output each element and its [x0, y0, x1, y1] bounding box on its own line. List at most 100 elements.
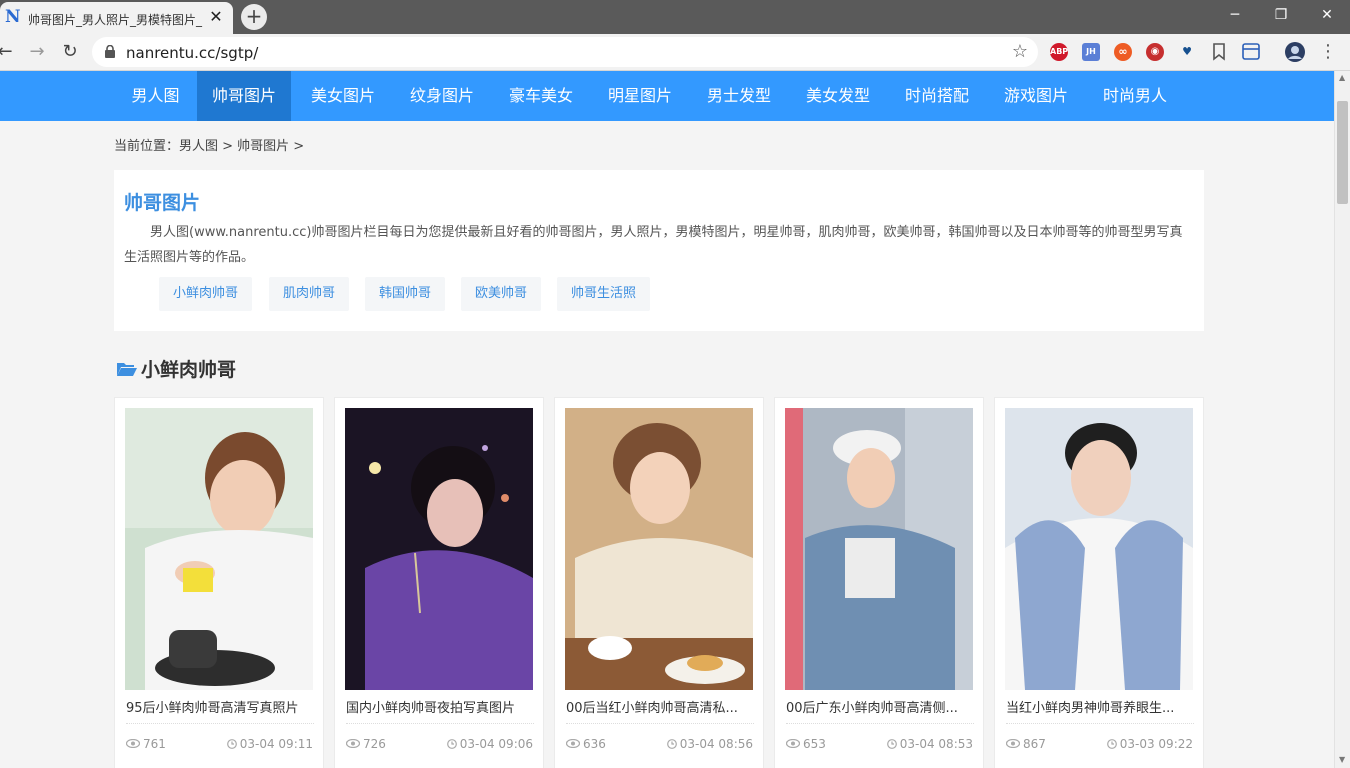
infinity-extension-icon[interactable]: ∞: [1114, 43, 1132, 61]
card-title[interactable]: 国内小鲜肉帅哥夜拍写真图片: [346, 697, 534, 716]
view-count: 761: [126, 737, 166, 751]
new-tab-button[interactable]: +: [241, 4, 267, 30]
tag-muscle[interactable]: 肌肉帅哥: [269, 277, 350, 311]
view-count-value: 726: [363, 737, 386, 751]
tab-close-icon[interactable]: ✕: [207, 8, 225, 26]
jh-extension-icon[interactable]: JH: [1082, 43, 1100, 61]
scrollbar-thumb[interactable]: [1337, 101, 1348, 204]
url-text: nanrentu.cc/sgtp/: [126, 44, 259, 62]
site-nav-bar: 男人图 帅哥图片 美女图片 纹身图片 豪车美女 明星图片 男士发型 美女发型 时…: [0, 71, 1334, 121]
eye-icon: [346, 739, 360, 748]
photo-card[interactable]: 00后当红小鲜肉帅哥高清私... 636 03-04 08:56: [554, 397, 764, 768]
post-date: 03-04 09:06: [446, 737, 533, 751]
nav-item-games[interactable]: 游戏图片: [989, 71, 1083, 121]
photo-card[interactable]: 国内小鲜肉帅哥夜拍写真图片 726 03-04 09:06: [334, 397, 544, 768]
view-count: 636: [566, 737, 606, 751]
eye-icon: [566, 739, 580, 748]
profile-avatar-icon[interactable]: [1284, 41, 1306, 63]
divider: [566, 723, 754, 724]
post-date-value: 03-04 08:56: [679, 737, 753, 751]
view-count: 726: [346, 737, 386, 751]
clock-icon: [226, 739, 237, 749]
post-date: 03-03 09:22: [1106, 737, 1193, 751]
post-date-value: 03-04 09:06: [459, 737, 533, 751]
nav-item-home[interactable]: 男人图: [114, 71, 197, 121]
site-favicon-icon: N: [5, 7, 21, 27]
card-title[interactable]: 当红小鲜肉男神帅哥养眼生...: [1006, 697, 1194, 716]
reload-button[interactable]: ↻: [57, 39, 83, 65]
folder-open-icon: [117, 363, 137, 376]
category-intro-panel: 帅哥图片 男人图(www.nanrentu.cc)帅哥图片栏目每日为您提供最新且…: [114, 170, 1204, 331]
photo-thumbnail[interactable]: [345, 408, 533, 690]
view-count: 867: [1006, 737, 1046, 751]
tag-korean[interactable]: 韩国帅哥: [365, 277, 446, 311]
card-title[interactable]: 00后当红小鲜肉帅哥高清私...: [566, 697, 754, 716]
post-date: 03-04 08:56: [666, 737, 753, 751]
photo-thumbnail[interactable]: [1005, 408, 1193, 690]
page-viewport: 男人图 帅哥图片 美女图片 纹身图片 豪车美女 明星图片 男士发型 美女发型 时…: [0, 71, 1334, 768]
view-count-value: 761: [143, 737, 166, 751]
record-extension-icon[interactable]: ◉: [1146, 43, 1164, 61]
divider: [786, 723, 974, 724]
post-date-value: 03-03 09:22: [1119, 737, 1193, 751]
page-title: 帅哥图片: [124, 192, 201, 214]
browser-toolbar: ← → ↻ nanrentu.cc/sgtp/ ☆ ABP JH ∞ ◉ ♥ ⋮: [0, 34, 1350, 71]
back-button[interactable]: ←: [0, 39, 18, 65]
nav-item-women-hair[interactable]: 美女发型: [791, 71, 885, 121]
heart-extension-icon[interactable]: ♥: [1178, 43, 1196, 61]
address-bar[interactable]: nanrentu.cc/sgtp/ ☆: [92, 37, 1038, 67]
forward-button[interactable]: →: [24, 39, 50, 65]
divider: [126, 723, 314, 724]
vertical-scrollbar[interactable]: ▲ ▼: [1334, 71, 1350, 768]
section-heading[interactable]: 小鲜肉帅哥: [116, 355, 236, 381]
section-title-text: 小鲜肉帅哥: [141, 359, 237, 381]
bookmark-star-icon[interactable]: ☆: [1012, 41, 1028, 62]
tag-western[interactable]: 欧美帅哥: [461, 277, 542, 311]
view-count: 653: [786, 737, 826, 751]
post-date-value: 03-04 08:53: [899, 737, 973, 751]
card-title[interactable]: 95后小鲜肉帅哥高清写真照片: [126, 697, 314, 716]
view-count-value: 653: [803, 737, 826, 751]
eye-icon: [1006, 739, 1020, 748]
nav-item-tattoo[interactable]: 纹身图片: [395, 71, 489, 121]
view-count-value: 636: [583, 737, 606, 751]
clock-icon: [1106, 739, 1117, 749]
post-date: 03-04 08:53: [886, 737, 973, 751]
tag-young-handsome[interactable]: 小鲜肉帅哥: [159, 277, 253, 311]
clock-icon: [886, 739, 897, 749]
eye-icon: [786, 739, 800, 748]
photo-card[interactable]: 95后小鲜肉帅哥高清写真照片 761 03-04 09:11: [114, 397, 324, 768]
scroll-down-icon[interactable]: ▼: [1339, 755, 1345, 764]
reading-list-icon[interactable]: [1242, 43, 1260, 60]
minimize-button[interactable]: ─: [1212, 0, 1258, 30]
divider: [1006, 723, 1194, 724]
adblock-extension-icon[interactable]: ABP: [1050, 43, 1068, 61]
nav-item-beauty[interactable]: 美女图片: [296, 71, 390, 121]
nav-item-fashion-men[interactable]: 时尚男人: [1088, 71, 1182, 121]
photo-thumbnail[interactable]: [785, 408, 973, 690]
browser-menu-icon[interactable]: ⋮: [1318, 39, 1338, 65]
close-window-button[interactable]: ✕: [1304, 0, 1350, 30]
bookmark-icon[interactable]: [1212, 43, 1226, 61]
breadcrumb: 当前位置：男人图 > 帅哥图片 >: [114, 139, 305, 154]
photo-card[interactable]: 00后广东小鲜肉帅哥高清侧... 653 03-04 08:53: [774, 397, 984, 768]
nav-item-handsome[interactable]: 帅哥图片: [197, 71, 291, 121]
card-title[interactable]: 00后广东小鲜肉帅哥高清侧...: [786, 697, 974, 716]
clock-icon: [446, 739, 457, 749]
photo-card[interactable]: 当红小鲜肉男神帅哥养眼生... 867 03-03 09:22: [994, 397, 1204, 768]
lock-icon: [105, 45, 115, 58]
browser-tab[interactable]: N 帅哥图片_男人照片_男模特图片_ ✕: [0, 2, 233, 34]
nav-item-stars[interactable]: 明星图片: [593, 71, 687, 121]
restore-button[interactable]: ❐: [1258, 0, 1304, 30]
post-date: 03-04 09:11: [226, 737, 313, 751]
category-description: 男人图(www.nanrentu.cc)帅哥图片栏目每日为您提供最新且好看的帅哥…: [124, 225, 1183, 265]
nav-item-men-hair[interactable]: 男士发型: [692, 71, 786, 121]
eye-icon: [126, 739, 140, 748]
nav-item-cars[interactable]: 豪车美女: [494, 71, 588, 121]
photo-thumbnail[interactable]: [125, 408, 313, 690]
scroll-up-icon[interactable]: ▲: [1339, 73, 1347, 82]
tag-lifestyle[interactable]: 帅哥生活照: [557, 277, 651, 311]
photo-thumbnail[interactable]: [565, 408, 753, 690]
nav-item-fashion[interactable]: 时尚搭配: [890, 71, 984, 121]
tab-title: 帅哥图片_男人照片_男模特图片_: [28, 13, 203, 27]
